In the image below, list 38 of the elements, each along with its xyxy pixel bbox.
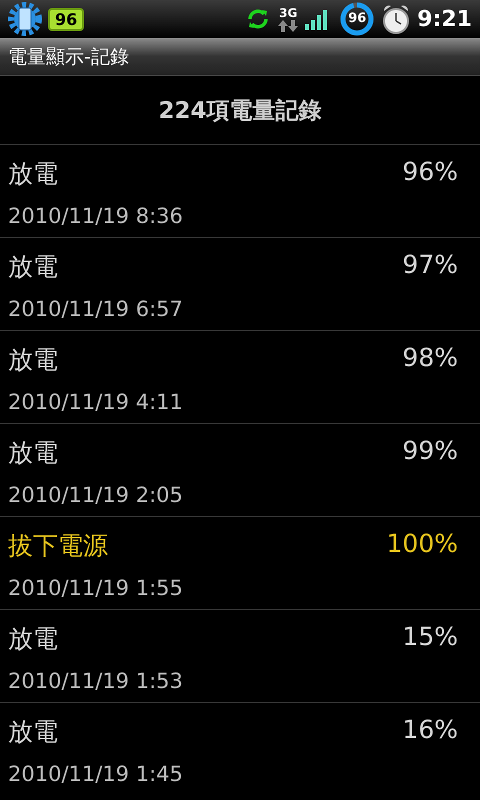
record-row[interactable]: 放電 98% 2010/11/19 4:11 <box>0 330 480 423</box>
event-label: 放電 <box>8 251 58 283</box>
battery-percent: 98% <box>402 343 458 374</box>
record-row[interactable]: 放電 99% 2010/11/19 2:05 <box>0 423 480 516</box>
record-time: 2010/11/19 2:05 <box>8 483 184 507</box>
event-label: 放電 <box>8 437 58 469</box>
battery-percent: 16% <box>402 715 458 746</box>
record-row[interactable]: 放電 16% 2010/11/19 1:45 <box>0 702 480 795</box>
record-time: 2010/11/19 4:11 <box>8 390 184 414</box>
alarm-clock-icon <box>381 3 412 35</box>
record-time: 2010/11/19 1:45 <box>8 762 184 786</box>
event-label: 拔下電源 <box>8 530 108 562</box>
battery-percent: 15% <box>402 622 458 653</box>
battery-badge: 96 <box>48 8 84 30</box>
battery-percent: 97% <box>402 250 458 281</box>
battery-percent: 96 <box>348 12 366 26</box>
record-time: 2010/11/19 1:55 <box>8 576 184 600</box>
record-time: 2010/11/19 8:36 <box>8 204 184 228</box>
record-time: 2010/11/19 6:57 <box>8 297 184 321</box>
clock-time: 9:21 <box>417 6 472 32</box>
event-label: 放電 <box>8 344 58 376</box>
record-row[interactable]: 放電 97% 2010/11/19 6:57 <box>0 237 480 330</box>
record-row[interactable]: 放電 96% 2010/11/19 8:36 <box>0 144 480 237</box>
record-row[interactable]: 放電 15% 2010/11/19 1:53 <box>0 609 480 702</box>
data-arrows-icon <box>277 20 300 32</box>
event-label: 放電 <box>8 716 58 748</box>
battery-percent: 100% <box>386 529 458 560</box>
record-row[interactable]: 拔下電源 100% 2010/11/19 1:55 <box>0 516 480 609</box>
record-count: 224項電量記錄 <box>157 96 322 126</box>
event-label: 放電 <box>8 158 58 190</box>
event-label: 放電 <box>8 623 58 655</box>
network-label: 3G <box>279 6 298 20</box>
battery-percent: 99% <box>402 436 458 467</box>
app-title: 電量顯示-記錄 <box>8 44 129 70</box>
battery-ring-icon <box>339 1 376 37</box>
battery-percent: 96% <box>402 157 458 188</box>
record-time: 2010/11/19 1:53 <box>8 669 184 693</box>
phone-gear-icon <box>8 2 42 36</box>
